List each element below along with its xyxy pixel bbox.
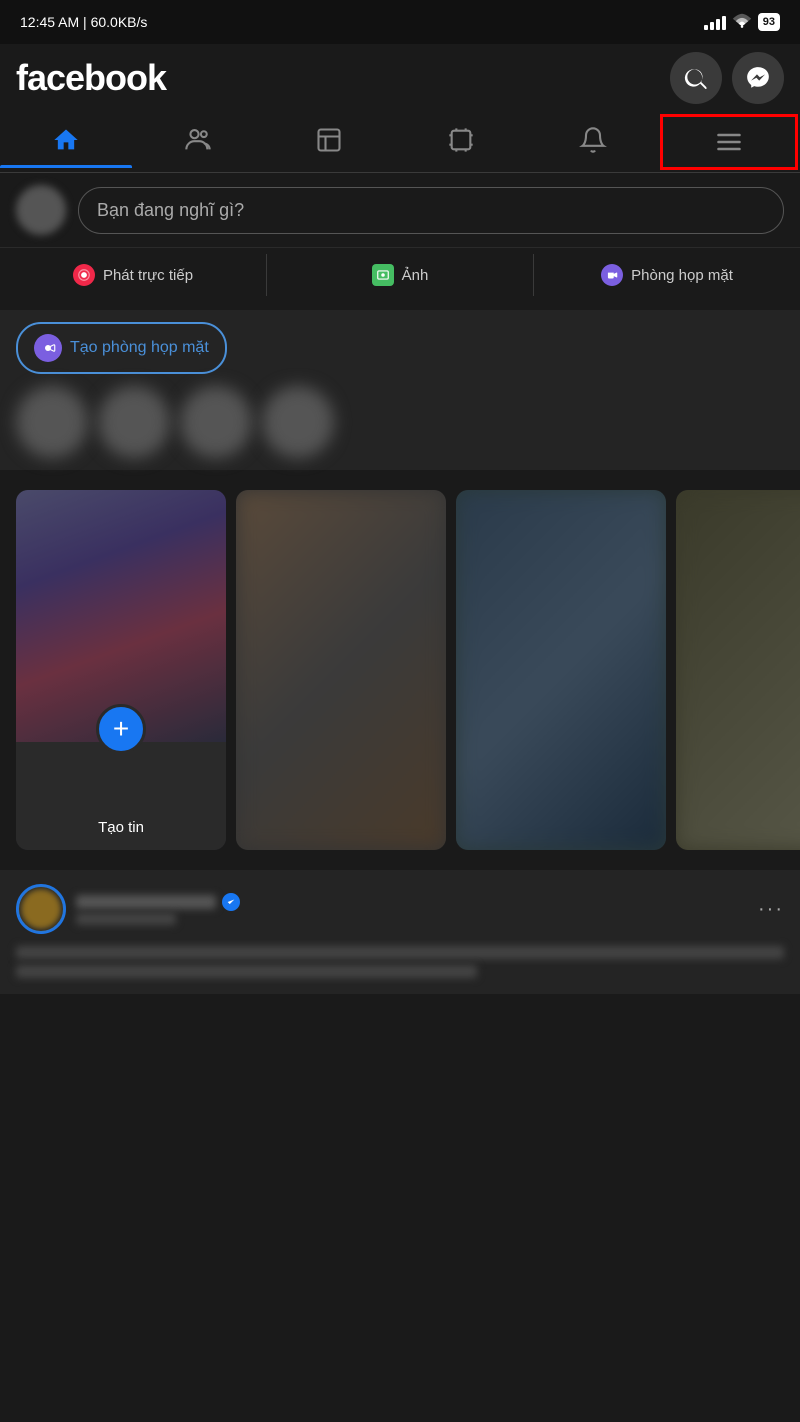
post-verified-badge (222, 893, 240, 911)
menu-icon (715, 128, 743, 156)
create-room-label: Tạo phòng họp mặt (70, 339, 209, 357)
post-username (76, 895, 216, 909)
create-room-button[interactable]: Tạo phòng họp mặt (16, 322, 227, 374)
action-row: Phát trực tiếp Ảnh Phòng họp mặt (0, 247, 800, 302)
story-avatar-1[interactable] (16, 386, 88, 458)
live-label: Phát trực tiếp (103, 267, 193, 284)
stories-section: Tạo phòng họp mặt (0, 310, 800, 470)
story-card-2[interactable] (236, 490, 446, 850)
home-icon (52, 126, 80, 154)
nav-tabs (0, 112, 800, 173)
status-right: 93 (704, 12, 780, 33)
post-text (0, 942, 800, 994)
tab-menu[interactable] (660, 114, 798, 170)
post-text-line-2 (16, 965, 477, 978)
story-img-3 (456, 490, 666, 850)
story-avatar-3[interactable] (180, 386, 252, 458)
story-avatar-2[interactable] (98, 386, 170, 458)
story-bottom: Tạo tin (16, 742, 226, 850)
facebook-logo: facebook (16, 57, 166, 99)
watch-icon (447, 126, 475, 154)
story-avatars-row (16, 386, 784, 458)
post-meta (76, 913, 176, 925)
messenger-button[interactable] (732, 52, 784, 104)
post-user (16, 884, 240, 934)
create-story-card[interactable]: + Tạo tin (16, 490, 226, 850)
story-card-3[interactable] (456, 490, 666, 850)
live-icon (73, 264, 95, 286)
header-icon-group (670, 52, 784, 104)
status-time: 12:45 AM | 60.0KB/s (20, 14, 147, 30)
app-header: facebook (0, 44, 800, 112)
search-icon (683, 65, 709, 91)
messenger-icon (745, 65, 771, 91)
status-bar: 12:45 AM | 60.0KB/s 93 (0, 0, 800, 44)
friends-icon (184, 126, 212, 154)
post-box: Bạn đang nghĩ gì? (0, 173, 800, 247)
photo-button[interactable]: Ảnh (267, 254, 534, 296)
tab-marketplace[interactable] (263, 112, 395, 168)
story-img-4 (676, 490, 800, 850)
bell-icon (579, 126, 607, 154)
tab-friends[interactable] (132, 112, 264, 168)
tab-notifications[interactable] (527, 112, 659, 168)
tab-watch[interactable] (395, 112, 527, 168)
search-button[interactable] (670, 52, 722, 104)
photo-label: Ảnh (402, 267, 429, 284)
battery-indicator: 93 (758, 13, 780, 31)
signal-icon (704, 14, 726, 30)
story-img-2 (236, 490, 446, 850)
feed-post: ··· (0, 870, 800, 994)
user-avatar (16, 185, 66, 235)
story-plus-icon: + (96, 704, 146, 754)
marketplace-icon (315, 126, 343, 154)
post-input[interactable]: Bạn đang nghĩ gì? (78, 187, 784, 234)
photo-icon (372, 264, 394, 286)
post-header: ··· (0, 870, 800, 942)
room-button[interactable]: Phòng họp mặt (534, 254, 800, 296)
post-text-line-1 (16, 946, 784, 959)
post-more-button[interactable]: ··· (758, 898, 784, 921)
post-avatar (21, 889, 61, 929)
create-room-icon (34, 334, 62, 362)
room-icon (601, 264, 623, 286)
stories-grid: + Tạo tin (0, 478, 800, 862)
create-story-label: Tạo tin (98, 819, 144, 836)
story-card-4[interactable] (676, 490, 800, 850)
post-info (76, 893, 240, 925)
wifi-icon (732, 12, 752, 33)
tab-home[interactable] (0, 112, 132, 168)
room-label: Phòng họp mặt (631, 267, 733, 284)
post-avatar-ring (16, 884, 66, 934)
live-button[interactable]: Phát trực tiếp (0, 254, 267, 296)
story-avatar-4[interactable] (262, 386, 334, 458)
